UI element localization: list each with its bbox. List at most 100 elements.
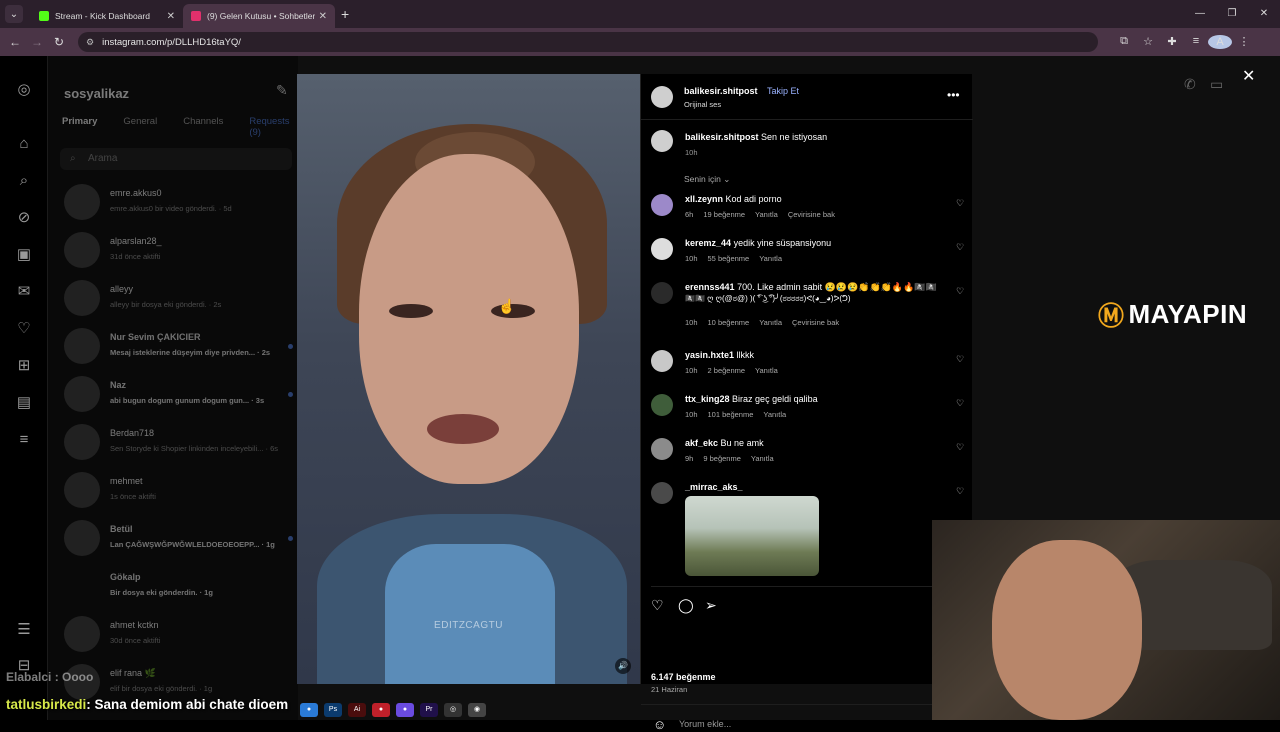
close-window-icon[interactable]: ✕ [1248,0,1280,28]
search-icon[interactable]: ⌕ [14,171,34,191]
bookmark-star-icon[interactable]: ☆ [1136,35,1160,49]
chat-list-item[interactable]: alparslan28_ 31d önce aktifti [64,232,294,272]
reply-button[interactable]: Yanıtla [755,366,778,375]
reply-button[interactable]: Yanıtla [759,254,782,263]
tab-general[interactable]: General [123,116,157,138]
like-comment-icon[interactable]: ♡ [956,442,964,453]
explore-icon[interactable]: ⊘ [14,208,34,228]
chat-list-item[interactable]: Naz abi bugun dogum gunum dogum gun... · … [64,376,294,416]
reply-button[interactable]: Yanıtla [759,318,782,327]
like-heart-icon[interactable]: ♡ [651,597,664,614]
comment-likes[interactable]: 10 beğenme [708,318,750,327]
chat-list-item[interactable]: Berdan718 Sen Storyde ki Shopier linkinde… [64,424,294,464]
chat-list-item[interactable]: mehmet 1s önce aktifti [64,472,294,512]
comment-user[interactable]: akf_ekc [685,438,718,448]
tab-search-icon[interactable]: ⌄ [5,5,23,23]
comment-user[interactable]: erennss441 [685,282,735,292]
taskbar-app-icon[interactable]: ● [396,703,414,717]
extensions-icon[interactable]: ✚ [1160,35,1184,49]
emoji-icon[interactable]: ☺ [653,717,666,732]
reply-button[interactable]: Yanıtla [763,410,786,419]
reload-icon[interactable]: ↻ [48,35,70,49]
like-comment-icon[interactable]: ♡ [956,286,964,297]
like-comment-icon[interactable]: ♡ [956,398,964,409]
media-control-icon[interactable]: ≡ [1184,35,1208,49]
more-menu-icon[interactable]: ☰ [14,620,34,640]
instagram-logo-icon[interactable]: ◎ [14,80,34,100]
profile-avatar[interactable]: A [1208,35,1232,49]
home-icon[interactable]: ⌂ [14,134,34,154]
taskbar-app-icon[interactable]: ◉ [468,703,486,717]
taskbar-app-icon[interactable]: Ps [324,703,342,717]
taskbar-app-icon[interactable]: Pr [420,703,438,717]
translate-button[interactable]: Çevirisine bak [792,318,839,327]
comment-user[interactable]: yasin.hxte1 [685,350,734,360]
share-icon[interactable]: ➢ [705,597,717,614]
audio-label[interactable]: Orijinal ses [684,100,721,109]
comment-likes[interactable]: 101 beğenme [708,410,754,419]
comment-input[interactable]: Yorum ekle... [679,719,731,729]
comment-likes[interactable]: 9 beğenme [703,454,741,463]
reply-button[interactable]: Yanıtla [755,210,778,219]
new-tab-icon[interactable]: + [341,6,349,22]
more-options-icon[interactable]: ••• [947,88,960,102]
comment-user[interactable]: ttx_king28 [685,394,730,404]
like-comment-icon[interactable]: ♡ [956,242,964,253]
tab-channels[interactable]: Channels [183,116,223,138]
reels-icon[interactable]: ▣ [14,245,34,265]
close-tab-icon[interactable]: ✕ [319,11,327,22]
back-icon[interactable]: ← [4,35,26,49]
commenter-avatar[interactable] [651,350,673,372]
comment-user[interactable]: xll.zeynn [685,194,723,204]
like-count[interactable]: 6.147 beğenme [651,672,716,682]
menu-kebab-icon[interactable]: ⋮ [1232,35,1256,49]
comment-user[interactable]: _mirrac_aks_ [685,482,743,492]
inbox-search-input[interactable]: ⌕ Arama [60,148,292,170]
reply-button[interactable]: Yanıtla [751,454,774,463]
commenter-avatar[interactable] [651,282,673,304]
new-message-icon[interactable]: ✎ [276,82,288,99]
author-username[interactable]: balikesir.shitpost [684,86,758,96]
author-avatar[interactable] [651,86,673,108]
chat-list-item[interactable]: Nur Sevim ÇAKICIER Mesaj isteklerine düşe… [64,328,294,368]
commenter-avatar[interactable] [651,394,673,416]
chat-list-item[interactable]: ahmet kctkn 30d önce aktifti [64,616,294,656]
chat-list-item[interactable]: alleyy alleyy bir dosya eki gönderdi. · 2… [64,280,294,320]
comment-user[interactable]: keremz_44 [685,238,731,248]
chat-list-item[interactable]: emre.akkus0 emre.akkus0 bir video gönderd… [64,184,294,224]
messages-icon[interactable]: ✉ [14,282,34,302]
volume-icon[interactable]: 🔊 [615,658,631,674]
threads-icon[interactable]: ≡ [14,430,34,450]
address-bar[interactable]: ⚙ instagram.com/p/DLLHD16taYQ/ [78,32,1098,52]
tab-kick-dashboard[interactable]: Stream - Kick Dashboard ✕ [31,4,183,28]
close-tab-icon[interactable]: ✕ [167,11,175,22]
tab-instagram-inbox[interactable]: (9) Gelen Kutusu • Sohbetler ✕ [183,4,335,28]
close-modal-icon[interactable]: ✕ [1242,66,1255,86]
install-app-icon[interactable]: ⧉ [1112,35,1136,49]
author-avatar[interactable] [651,130,673,152]
like-comment-icon[interactable]: ♡ [956,198,964,209]
caption-user[interactable]: balikesir.shitpost [685,132,759,142]
dashboard-icon[interactable]: ▤ [14,393,34,413]
restore-icon[interactable]: ❐ [1216,0,1248,28]
inbox-username[interactable]: sosyalikaz [64,86,129,101]
taskbar-app-icon[interactable]: ◎ [444,703,462,717]
chat-list-item[interactable]: Betül Lan ÇAĞWŞWĞPWĞWLELDOEOEOEPP... · 1g [64,520,294,560]
follow-button[interactable]: Takip Et [767,86,799,96]
tab-primary[interactable]: Primary [62,116,97,138]
taskbar-app-icon[interactable]: ● [300,703,318,717]
like-comment-icon[interactable]: ♡ [956,354,964,365]
commenter-avatar[interactable] [651,482,673,504]
chat-list-item[interactable]: Gökalp Bir dosya eki gönderdin. · 1g [64,568,294,608]
notifications-icon[interactable]: ♡ [14,319,34,339]
post-video[interactable]: EDITZCAGTU 🔊 [297,74,640,684]
comment-likes[interactable]: 19 beğenme [703,210,745,219]
comment-likes[interactable]: 55 beğenme [708,254,750,263]
site-info-icon[interactable]: ⚙ [86,37,94,48]
comment-icon[interactable]: ◯ [678,597,694,614]
like-comment-icon[interactable]: ♡ [956,486,964,497]
comment-sort-dropdown[interactable]: Senin için ⌄ [684,174,730,185]
commenter-avatar[interactable] [651,238,673,260]
comment-gif-image[interactable] [685,496,819,576]
forward-icon[interactable]: → [26,35,48,49]
